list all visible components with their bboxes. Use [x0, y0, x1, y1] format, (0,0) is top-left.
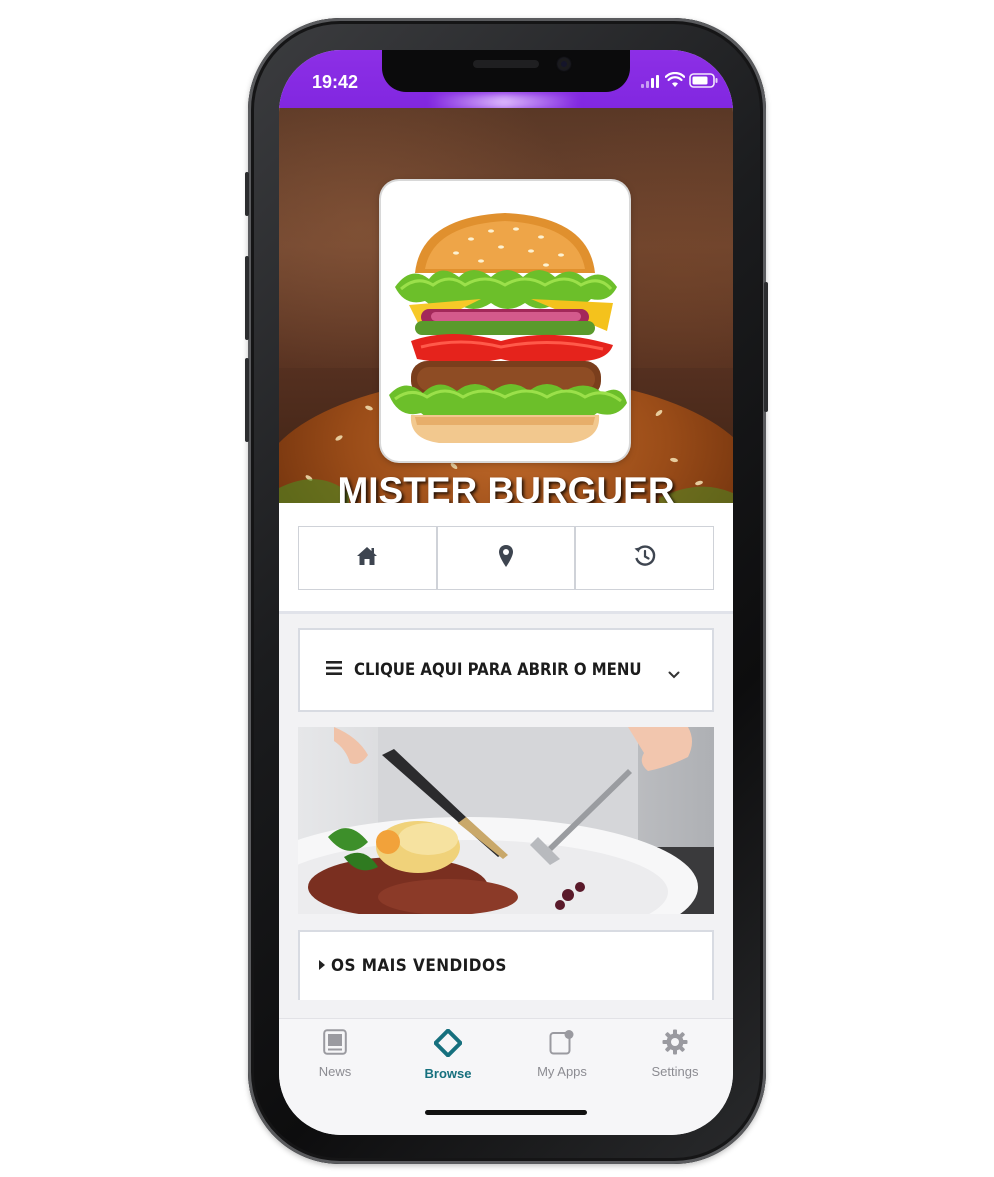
mute-switch: [245, 172, 249, 216]
burger-logo-image: [389, 213, 627, 443]
nav-location-button[interactable]: [438, 527, 577, 589]
open-menu-card[interactable]: CLIQUE AQUI PARA ABRIR O MENU: [298, 628, 714, 712]
history-icon: [633, 544, 657, 573]
tab-news[interactable]: News: [285, 1029, 385, 1079]
signal-icon: [641, 74, 659, 88]
caret-right-icon: [319, 957, 325, 975]
phone-screen: 19:42 MISTER BURGUER CLIQUE AQUI PARA AB…: [279, 50, 733, 1135]
volume-down-button: [245, 358, 249, 442]
nav-history-button[interactable]: [576, 527, 713, 589]
home-icon: [356, 546, 378, 571]
status-time: 19:42: [312, 72, 359, 92]
tab-news-label: News: [318, 1064, 352, 1079]
quick-nav-section: [279, 503, 733, 614]
news-icon: [323, 1029, 347, 1060]
hero-banner: MISTER BURGUER: [279, 108, 733, 503]
chevron-down-icon: [668, 666, 680, 684]
wifi-icon: [664, 71, 686, 93]
open-menu-label: CLIQUE AQUI PARA ABRIR O MENU: [354, 660, 642, 680]
logo-card: [381, 181, 629, 461]
tab-browse[interactable]: Browse: [398, 1028, 498, 1081]
tab-settings-label: Settings: [651, 1064, 699, 1079]
bottom-tab-bar: News Browse My Apps Settings: [279, 1018, 733, 1135]
restaurant-title: MISTER BURGUER: [337, 470, 675, 503]
quick-nav-row: [298, 526, 714, 590]
best-sellers-label: OS MAIS VENDIDOS: [331, 956, 507, 976]
earpiece-speaker: [473, 60, 539, 68]
notch: [382, 50, 630, 92]
gear-icon: [662, 1029, 688, 1060]
nav-home-button[interactable]: [299, 527, 438, 589]
home-indicator[interactable]: [425, 1110, 587, 1115]
dinner-banner-image: [298, 727, 714, 914]
tab-my-apps-label: My Apps: [537, 1064, 587, 1079]
tab-browse-label: Browse: [424, 1066, 472, 1081]
my-apps-icon: [549, 1029, 575, 1060]
map-pin-icon: [498, 544, 514, 573]
browse-icon: [433, 1028, 463, 1062]
front-camera: [558, 58, 570, 70]
hamburger-menu-icon: [326, 660, 342, 680]
tab-settings[interactable]: Settings: [625, 1029, 725, 1079]
system-icons: [641, 71, 718, 93]
best-sellers-card[interactable]: OS MAIS VENDIDOS: [298, 930, 714, 1000]
tab-my-apps[interactable]: My Apps: [512, 1029, 612, 1079]
volume-up-button: [245, 256, 249, 340]
power-button: [764, 282, 768, 412]
battery-icon: [689, 73, 719, 93]
